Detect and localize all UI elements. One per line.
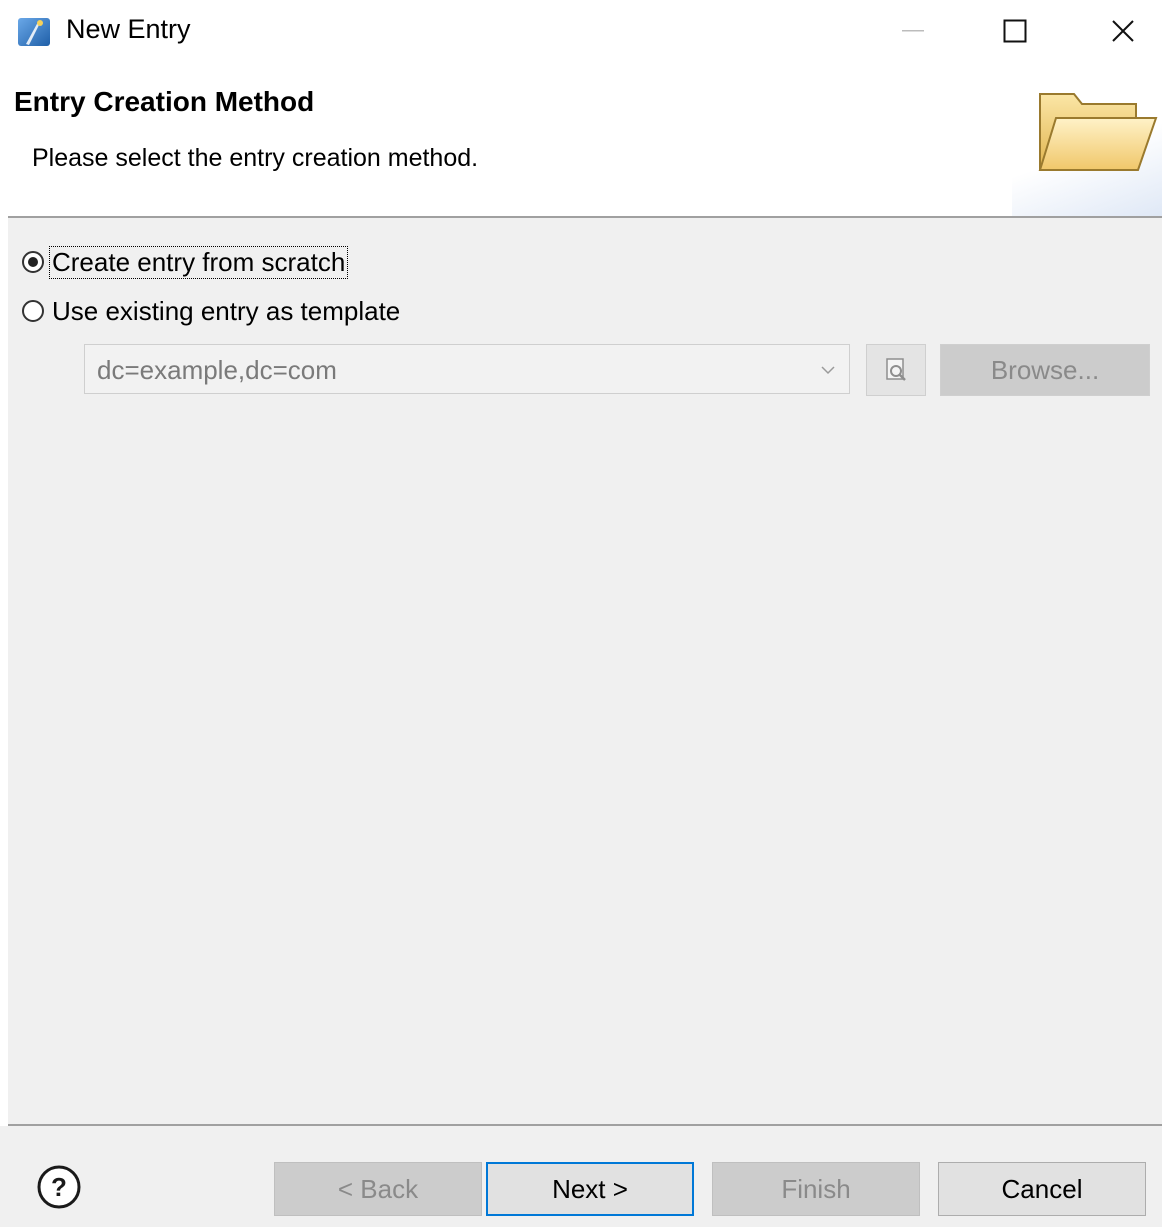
close-icon (1112, 20, 1134, 42)
app-icon (16, 14, 52, 48)
chevron-down-icon (821, 366, 835, 375)
option-create-from-scratch[interactable]: Create entry from scratch (22, 244, 349, 280)
svg-text:?: ? (51, 1172, 67, 1202)
title-bar: New Entry (0, 0, 1162, 62)
close-button[interactable] (1088, 0, 1158, 62)
cancel-button[interactable]: Cancel (938, 1162, 1146, 1216)
template-entry-value: dc=example,dc=com (97, 355, 337, 385)
finish-button[interactable]: Finish (712, 1162, 920, 1216)
browse-button[interactable]: Browse... (940, 344, 1150, 396)
create-from-scratch-label: Create entry from scratch (48, 245, 349, 279)
page-title: Entry Creation Method (14, 86, 315, 117)
radio-use-template[interactable] (22, 300, 44, 322)
option-use-template[interactable]: Use existing entry as template (22, 293, 402, 329)
search-entry-icon (886, 358, 906, 381)
help-icon[interactable]: ? (36, 1164, 82, 1210)
next-button[interactable]: Next > (486, 1162, 694, 1216)
folder-open-icon (1034, 76, 1158, 186)
back-button[interactable]: < Back (274, 1162, 482, 1216)
use-template-label: Use existing entry as template (52, 295, 401, 326)
minimize-button[interactable] (878, 0, 948, 62)
wizard-body: Create entry from scratch Use existing e… (8, 218, 1162, 1124)
wizard-footer: ? < Back Next > Finish Cancel (0, 1126, 1162, 1227)
window-title: New Entry (66, 14, 191, 44)
maximize-icon (1003, 19, 1027, 43)
template-entry-combo[interactable]: dc=example,dc=com (84, 344, 850, 394)
radio-create-from-scratch[interactable] (22, 251, 44, 273)
minimize-icon (902, 30, 924, 32)
wizard-header: Entry Creation Method Please select the … (0, 62, 1162, 217)
page-description: Please select the entry creation method. (32, 144, 479, 172)
entry-search-button[interactable] (866, 344, 926, 396)
maximize-button[interactable] (980, 0, 1050, 62)
